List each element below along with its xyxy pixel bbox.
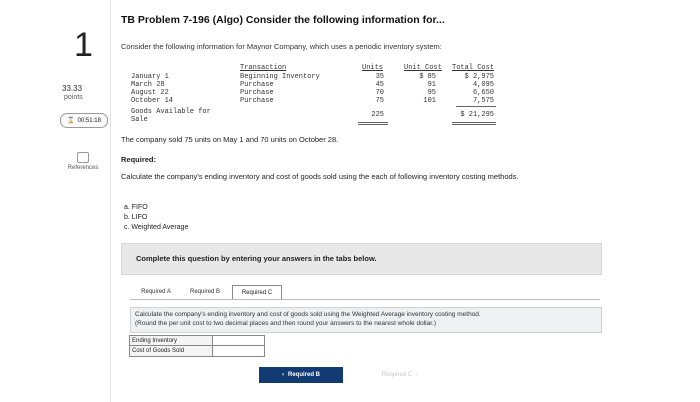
row-units: 70 xyxy=(375,89,384,97)
total-cost: $ 21,295 xyxy=(460,111,494,119)
divider xyxy=(456,106,496,107)
row-date: October 14 xyxy=(131,97,174,105)
intro-text: Consider the following information for M… xyxy=(121,42,442,51)
answer-table: Ending Inventory Cost of Goods Sold xyxy=(129,335,265,357)
question-number: 1 xyxy=(74,26,93,64)
prev-label: Required B xyxy=(287,372,320,378)
instructions-line-2: (Round the per unit cost to two decimal … xyxy=(135,320,436,327)
tab-required-b[interactable]: Required B xyxy=(182,285,228,300)
row-units: 45 xyxy=(375,81,384,89)
divider xyxy=(358,122,388,123)
instructions-line-1: Calculate the company's ending inventory… xyxy=(135,311,481,318)
row-total-cost: $ 2,975 xyxy=(464,73,494,81)
divider xyxy=(358,124,388,125)
points-value: 33.33 xyxy=(62,84,83,93)
next-label: Required C xyxy=(381,372,413,378)
references-button[interactable]: References xyxy=(66,152,100,171)
instruction-banner: Complete this question by entering your … xyxy=(121,243,602,275)
tab-underline xyxy=(130,299,600,300)
tab-instructions: Calculate the company's ending inventory… xyxy=(130,307,602,333)
row-unit-cost: 91 xyxy=(427,81,436,89)
row-units: 35 xyxy=(375,73,384,81)
chevron-left-icon: ‹ xyxy=(281,372,284,378)
row-unit-cost: 95 xyxy=(427,89,436,97)
row-unit-cost: 101 xyxy=(423,97,436,105)
tab-required-a[interactable]: Required A xyxy=(133,285,179,300)
row-units: 75 xyxy=(375,97,384,105)
row-date: January 1 xyxy=(131,73,169,81)
chevron-right-icon: › xyxy=(416,372,419,378)
goods-available-label: Goods Available for xyxy=(131,108,211,116)
row-unit-cost: $ 85 xyxy=(419,73,436,81)
references-label: References xyxy=(67,165,99,171)
next-required-button[interactable]: Required C › xyxy=(358,367,442,383)
header-units: Units xyxy=(362,64,384,72)
row-date: August 22 xyxy=(131,89,169,97)
tab-required-c[interactable]: Required C xyxy=(232,285,282,300)
book-icon xyxy=(77,152,89,163)
header-unit-cost: Unit Cost xyxy=(404,64,442,72)
method-item: a. FIFO xyxy=(124,204,148,211)
row-transaction: Purchase xyxy=(240,97,274,105)
goods-available-label-2: Sale xyxy=(131,116,148,124)
ending-inventory-label: Ending Inventory xyxy=(129,335,213,346)
row-date: March 28 xyxy=(131,81,165,89)
cogs-label: Cost of Goods Sold xyxy=(129,346,213,357)
ending-inventory-input[interactable] xyxy=(213,335,265,346)
table-row: Cost of Goods Sold xyxy=(129,346,265,357)
total-units: 225 xyxy=(371,111,384,119)
row-transaction: Beginning Inventory xyxy=(240,73,320,81)
points-label: points xyxy=(64,94,83,101)
calc-text: Calculate the company's ending inventory… xyxy=(121,172,519,181)
table-row: Ending Inventory xyxy=(129,335,265,346)
banner-text: Complete this question by entering your … xyxy=(136,254,377,263)
required-label: Required: xyxy=(121,155,157,164)
row-total-cost: 7,575 xyxy=(472,97,494,105)
row-total-cost: 6,650 xyxy=(472,89,494,97)
method-item: c. Weighted Average xyxy=(124,224,189,231)
row-total-cost: 4,095 xyxy=(472,81,494,89)
page-title: TB Problem 7-196 (Algo) Consider the fol… xyxy=(121,14,445,26)
method-item: b. LIFO xyxy=(124,214,148,221)
cogs-input[interactable] xyxy=(213,346,265,357)
left-rail: 1 33.33 points ⌛ 00:51:18 References xyxy=(0,0,111,402)
timer-value: 00:51:18 xyxy=(77,117,101,124)
header-transaction: Transaction xyxy=(240,64,287,72)
timer[interactable]: ⌛ 00:51:18 xyxy=(60,113,108,128)
prev-required-button[interactable]: ‹ Required B xyxy=(259,367,343,383)
divider xyxy=(452,124,496,125)
sold-text: The company sold 75 units on May 1 and 7… xyxy=(121,135,339,144)
header-total-cost: Total Cost xyxy=(452,64,495,72)
row-transaction: Purchase xyxy=(240,89,274,97)
divider xyxy=(452,122,496,123)
hourglass-icon: ⌛ xyxy=(67,118,75,124)
row-transaction: Purchase xyxy=(240,81,274,89)
